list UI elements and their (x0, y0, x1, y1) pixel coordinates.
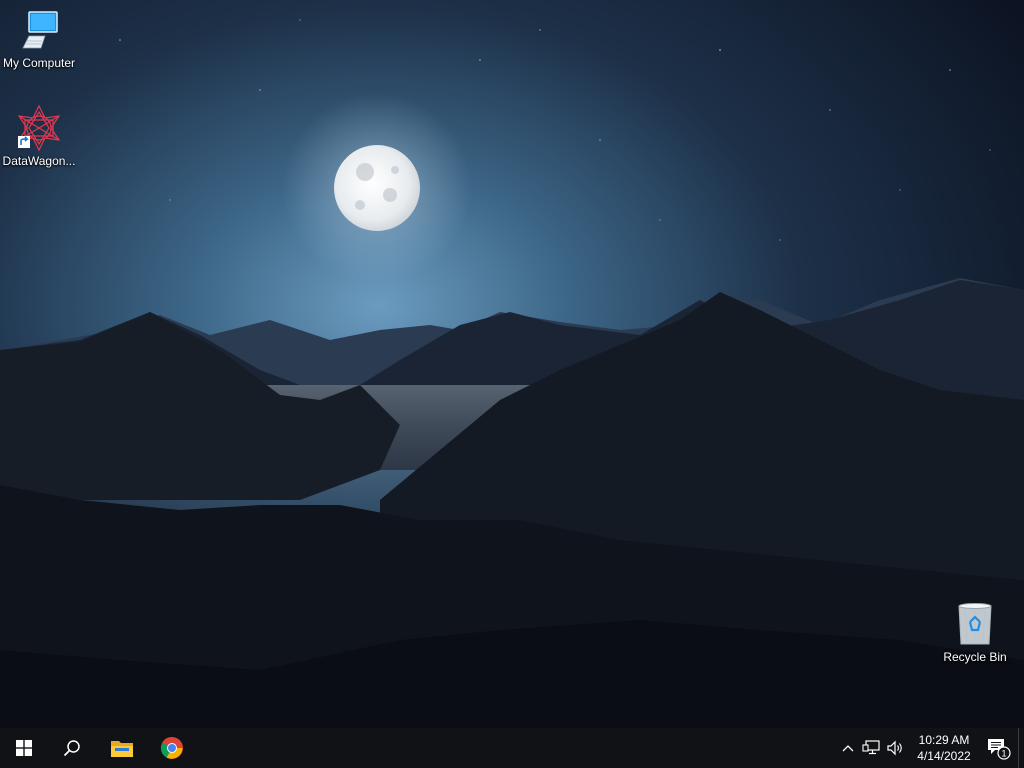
windows-start-icon (16, 740, 32, 756)
start-button[interactable] (0, 728, 48, 768)
desktop[interactable]: My Computer DataWagon... Recycle Bin (0, 0, 1024, 728)
taskbar: 10:29 AM 4/14/2022 1 (0, 728, 1024, 768)
volume-icon (887, 740, 902, 756)
desktop-icon-my-computer[interactable]: My Computer (0, 6, 78, 71)
volume-button[interactable] (884, 728, 906, 768)
clock-time: 10:29 AM (918, 733, 970, 747)
show-hidden-icons-button[interactable] (838, 728, 858, 768)
action-center-button[interactable]: 1 (980, 728, 1016, 768)
desktop-icon-label: Recycle Bin (943, 650, 1007, 664)
moon (334, 145, 420, 231)
search-button[interactable] (48, 728, 96, 768)
notification-icon: 1 (988, 739, 1011, 760)
notification-count-badge: 1 (1001, 749, 1006, 759)
file-explorer-button[interactable] (98, 728, 146, 768)
search-icon (63, 740, 80, 757)
computer-icon (15, 6, 63, 54)
desktop-icon-label: My Computer (2, 56, 76, 70)
chrome-button[interactable] (148, 728, 196, 768)
network-icon (862, 740, 880, 755)
datawagon-app-icon (15, 104, 63, 152)
chrome-icon (160, 736, 183, 759)
desktop-icon-recycle-bin[interactable]: Recycle Bin (936, 600, 1014, 665)
desktop-icon-datawagon[interactable]: DataWagon... (0, 104, 78, 169)
clock-date: 4/14/2022 (917, 749, 971, 763)
chevron-up-icon (842, 745, 854, 752)
clock[interactable]: 10:29 AM 4/14/2022 (908, 728, 980, 768)
recycle-bin-icon (951, 600, 999, 648)
show-desktop-button[interactable] (1018, 728, 1024, 768)
network-button[interactable] (860, 728, 882, 768)
wallpaper-image (0, 0, 1024, 728)
file-explorer-icon (111, 741, 133, 757)
desktop-icon-label: DataWagon... (2, 154, 76, 168)
